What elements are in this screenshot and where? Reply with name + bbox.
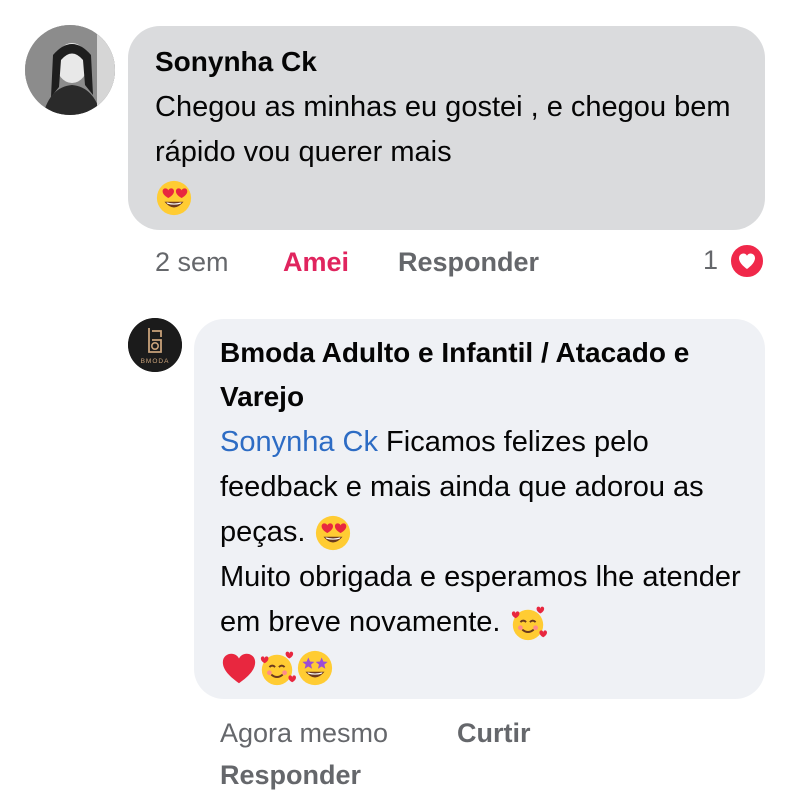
smiling-face-with-hearts-icon xyxy=(509,604,547,642)
comment-text: Chegou as minhas eu gostei , e chegou be… xyxy=(155,85,755,220)
reply-author-name[interactable]: Bmoda Adulto e Infantil / Atacado e Vare… xyxy=(220,331,750,419)
commenter-avatar[interactable] xyxy=(25,25,115,115)
star-struck-icon xyxy=(296,649,334,687)
comment-timestamp[interactable]: 2 sem xyxy=(155,247,229,278)
red-heart-icon xyxy=(220,649,258,687)
heart-eyes-emoji-icon xyxy=(314,514,352,552)
bmoda-logo-icon: BMODA xyxy=(128,318,182,372)
reply-button[interactable]: Responder xyxy=(398,247,539,278)
mention-link[interactable]: Sonynha Ck xyxy=(220,426,378,458)
like-button[interactable]: Curtir xyxy=(457,718,531,749)
page-avatar[interactable]: BMODA xyxy=(128,318,182,372)
reply-text: Sonynha Ck Ficamos felizes pelo feedback… xyxy=(220,420,750,690)
comment-body: Chegou as minhas eu gostei , e chegou be… xyxy=(155,91,731,168)
love-reaction-button[interactable]: Amei xyxy=(283,247,349,278)
reply-body-part2: Muito obrigada e esperamos lhe atender e… xyxy=(220,561,741,638)
svg-text:BMODA: BMODA xyxy=(141,358,170,365)
reply-button[interactable]: Responder xyxy=(220,760,361,791)
comment-author-name[interactable]: Sonynha Ck xyxy=(155,40,317,84)
reply-timestamp[interactable]: Agora mesmo xyxy=(220,718,388,749)
heart-eyes-emoji-icon xyxy=(155,179,193,217)
profile-photo-icon xyxy=(25,25,115,115)
reaction-count[interactable]: 1 xyxy=(703,245,718,276)
smiling-face-with-hearts-icon xyxy=(258,649,296,687)
heart-reaction-icon[interactable] xyxy=(729,243,765,279)
